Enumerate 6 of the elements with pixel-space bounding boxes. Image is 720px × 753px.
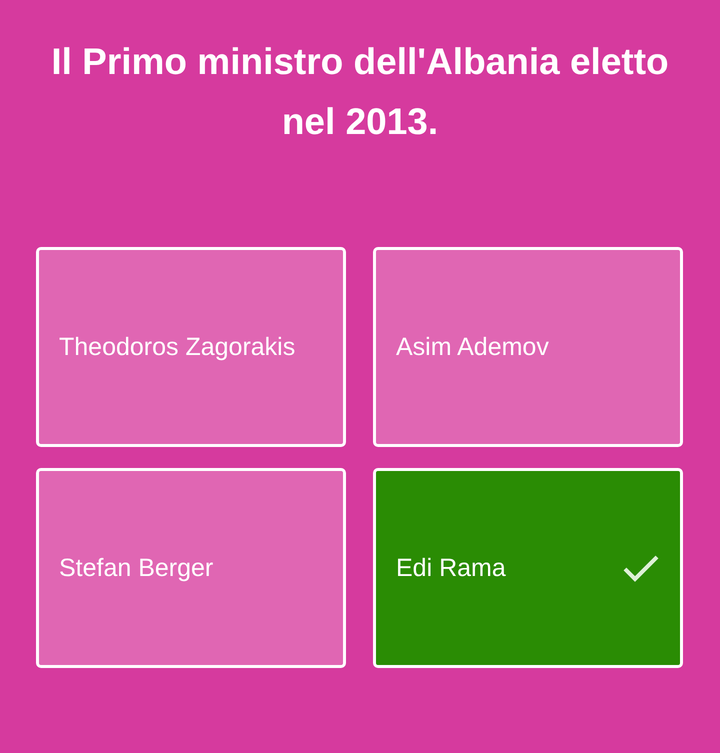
answer-option[interactable]: Asim Ademov xyxy=(373,247,683,447)
answer-option[interactable]: Edi Rama xyxy=(373,468,683,668)
checkmark-icon xyxy=(622,553,660,583)
answer-option[interactable]: Stefan Berger xyxy=(36,468,346,668)
answer-option[interactable]: Theodoros Zagorakis xyxy=(36,247,346,447)
question-title: Il Primo ministro dell'Albania eletto nel 2013. xyxy=(50,40,670,144)
